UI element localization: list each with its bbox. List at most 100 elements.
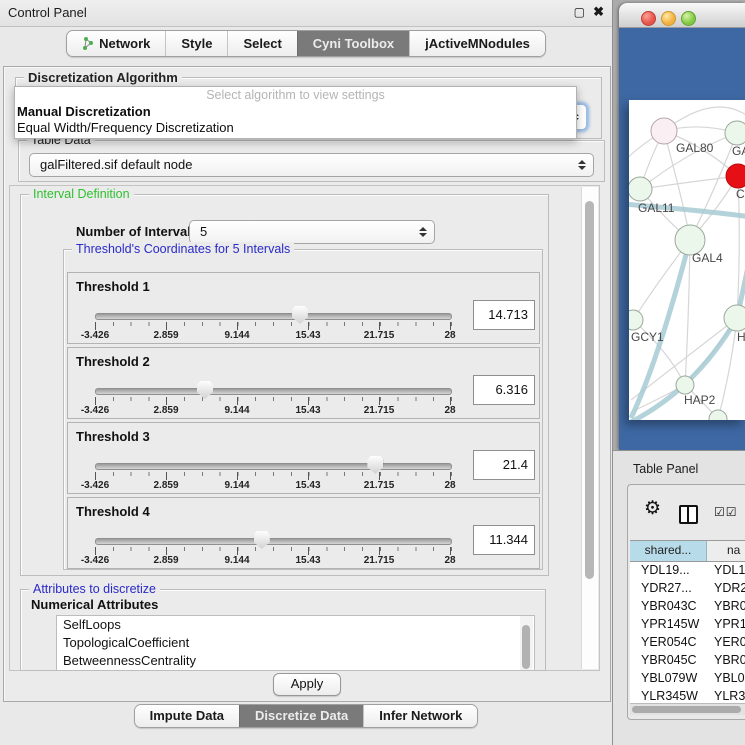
tick-label: 21.715 [364, 330, 395, 341]
tick-label: -3.426 [81, 480, 109, 491]
network-window-titlebar [619, 3, 745, 28]
number-of-intervals-value: 5 [200, 221, 207, 243]
table-row[interactable]: YBR045CYBR0 [630, 652, 745, 670]
tick-label: 28 [444, 405, 455, 416]
cell: YBL079W [641, 671, 697, 685]
table-row[interactable]: YPR145WYPR1 [630, 616, 745, 634]
column-header-name[interactable]: na [707, 541, 745, 561]
threshold-1-slider-track[interactable] [95, 313, 452, 320]
tab-select[interactable]: Select [227, 31, 296, 56]
threshold-2-value-field[interactable]: 6.316 [473, 375, 535, 405]
tick-label: 2.859 [153, 555, 178, 566]
number-of-intervals-combobox[interactable]: 5 [189, 220, 435, 244]
table-row[interactable]: YBL079W YBL0 [630, 670, 745, 688]
apply-button[interactable]: Apply [273, 673, 341, 696]
checkbox-icons[interactable]: ☑☑ [714, 505, 738, 519]
threshold-4-box: Threshold 4 -3.426 2.859 9.144 15.43 21.… [67, 497, 540, 569]
node-hap2[interactable] [676, 376, 694, 394]
thresholds-panel-title: Threshold's Coordinates for 5 Intervals [72, 242, 294, 256]
scrollbar-thumb[interactable] [632, 706, 741, 713]
cell: YLR3 [714, 689, 745, 703]
cell: YBR0 [714, 653, 745, 667]
table-row[interactable]: YDR27...YDR2 [630, 580, 745, 598]
algorithm-dropdown-popup: Select algorithm to view settings Manual… [14, 86, 577, 139]
tab-cyni-toolbox-label: Cyni Toolbox [313, 31, 394, 56]
threshold-2-slider-track[interactable] [95, 388, 452, 395]
close-traffic-light-icon[interactable] [641, 11, 656, 26]
bottom-tab-bar: Impute Data Discretize Data Infer Networ… [0, 704, 612, 728]
tab-jactivemnodules[interactable]: jActiveMNodules [409, 31, 545, 56]
tick-label: 2.859 [153, 480, 178, 491]
list-item[interactable]: SelfLoops [57, 616, 534, 634]
zoom-traffic-light-icon[interactable] [681, 11, 696, 26]
tab-discretize-data[interactable]: Discretize Data [239, 705, 363, 727]
table-row[interactable]: YDL19...YDL1 [630, 562, 745, 580]
dropdown-option-manual-discretization[interactable]: Manual Discretization [15, 104, 576, 120]
cell: YER0 [714, 635, 745, 649]
control-panel-title: Control Panel [8, 5, 87, 20]
gear-icon[interactable]: ⚙ [644, 499, 661, 518]
node-clipped-top-right[interactable] [725, 121, 745, 145]
table-panel-title: Table Panel [633, 462, 698, 476]
attributes-list-scrollbar[interactable] [520, 616, 533, 670]
threshold-3-label: Threshold 3 [76, 429, 150, 444]
cell: YPR1 [714, 617, 745, 631]
tick-label: -3.426 [81, 330, 109, 341]
threshold-2-label: Threshold 2 [76, 354, 150, 369]
node-gal80[interactable] [651, 118, 677, 144]
threshold-4-label: Threshold 4 [76, 504, 150, 519]
list-item[interactable]: TopologicalCoefficient [57, 634, 534, 652]
tab-impute-data[interactable]: Impute Data [135, 705, 239, 727]
tick-label: 28 [444, 330, 455, 341]
network-icon [82, 37, 94, 51]
threshold-4-slider-track[interactable] [95, 538, 452, 545]
node-right-h[interactable] [724, 305, 745, 331]
node-gal11[interactable] [629, 177, 652, 201]
split-columns-icon[interactable] [679, 505, 698, 524]
threshold-1-value-field[interactable]: 14.713 [473, 300, 535, 330]
node-label-gcy1: GCY1 [631, 330, 664, 344]
table-data-combobox[interactable]: galFiltered.sif default node [29, 153, 594, 177]
float-window-icon[interactable]: ▢ [574, 5, 585, 19]
threshold-3-value-field[interactable]: 21.4 [473, 450, 535, 480]
tick-label: 15.43 [295, 405, 320, 416]
minimize-traffic-light-icon[interactable] [661, 11, 676, 26]
cell: YER054C [641, 635, 697, 649]
tab-style-label: Style [181, 31, 212, 56]
tab-network-label: Network [99, 31, 150, 56]
combo-arrows-icon [578, 160, 586, 170]
scrollbar-thumb[interactable] [585, 201, 594, 579]
node-label-clipped-c: C [736, 187, 745, 201]
tab-network[interactable]: Network [67, 31, 165, 56]
cell: YDR27... [641, 581, 692, 595]
node-selected-red[interactable] [726, 164, 745, 188]
cell: YBR0 [714, 599, 745, 613]
tick-label: 28 [444, 480, 455, 491]
settings-vertical-scrollbar[interactable] [581, 187, 598, 669]
network-canvas[interactable]: GAL80 GA C GAL11 GAL4 GCY1 H HAP2 [629, 100, 745, 420]
column-header-shared-name[interactable]: shared... [630, 541, 707, 561]
list-item[interactable]: BetweennessCentrality [57, 652, 534, 670]
threshold-4-value-field[interactable]: 11.344 [473, 525, 535, 555]
table-row[interactable]: YLR345WYLR3 [630, 688, 745, 703]
tab-select-label: Select [243, 31, 281, 56]
close-window-icon[interactable]: ✖ [593, 4, 604, 20]
dropdown-option-equal-width[interactable]: Equal Width/Frequency Discretization [15, 120, 576, 136]
network-view-window: GAL80 GA C GAL11 GAL4 GCY1 H HAP2 [619, 3, 745, 450]
table-horizontal-scrollbar[interactable] [630, 703, 745, 715]
tick-label: 2.859 [153, 405, 178, 416]
table-row[interactable]: YER054C YER0 [630, 634, 745, 652]
network-graph: GAL80 GA C GAL11 GAL4 GCY1 H HAP2 [629, 100, 745, 420]
table-row[interactable]: YBR043CYBR0 [630, 598, 745, 616]
tick-label: 21.715 [364, 555, 395, 566]
threshold-3-slider-track[interactable] [95, 463, 452, 470]
tab-infer-network[interactable]: Infer Network [363, 705, 477, 727]
dropdown-placeholder-option[interactable]: Select algorithm to view settings [15, 87, 576, 104]
tab-cyni-toolbox[interactable]: Cyni Toolbox [297, 31, 409, 56]
threshold-2-box: Threshold 2 -3.426 2.859 9.144 15.43 21.… [67, 347, 540, 419]
cell: YBL0 [714, 671, 745, 685]
node-label-hap2: HAP2 [684, 393, 716, 407]
tab-style[interactable]: Style [165, 31, 227, 56]
tick-label: 15.43 [295, 330, 320, 341]
cell: YDL19... [641, 563, 690, 577]
